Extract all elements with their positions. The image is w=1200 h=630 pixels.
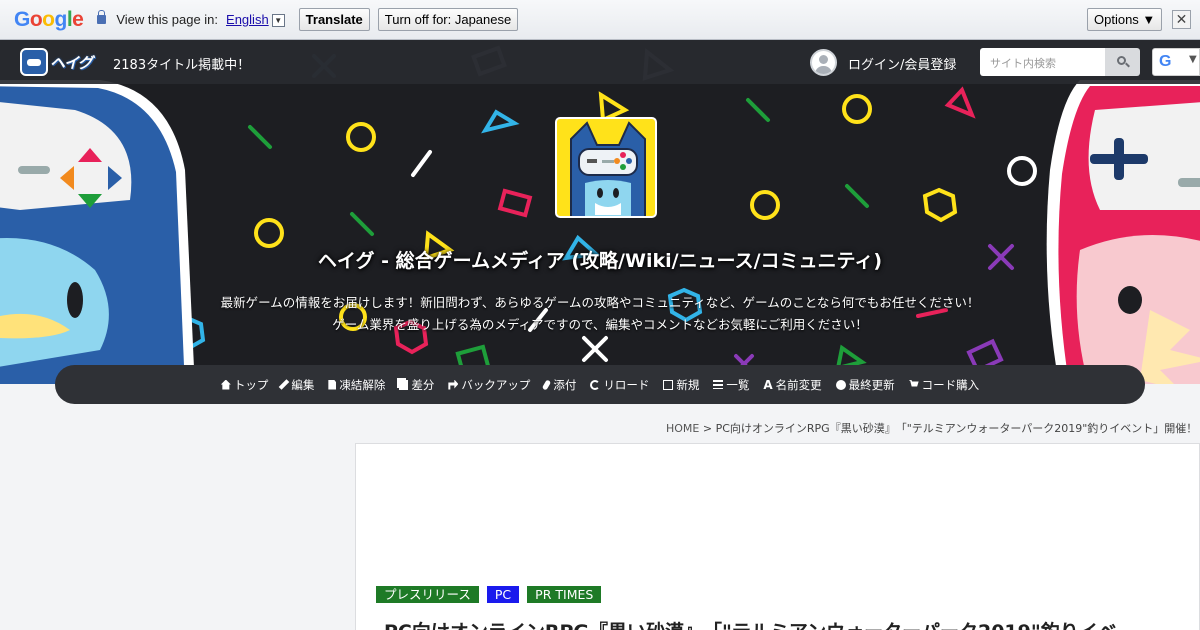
nav-item-label: 凍結解除 [339, 377, 386, 392]
nav-item-label: 編集 [291, 377, 315, 392]
nav-item-label: バックアップ [461, 377, 531, 392]
site-logo[interactable]: ヘイグ [20, 48, 94, 76]
breadcrumb-separator: > [699, 422, 716, 435]
breadcrumb-current: PC向けオンラインRPG『黒い砂漠』 「"テルミアンウォーターパーク2019"釣… [715, 422, 1198, 435]
nav-item-edit[interactable]: 編集 [279, 377, 315, 393]
tag-press-release[interactable]: プレスリリース [376, 586, 479, 603]
language-label[interactable]: English [226, 12, 269, 27]
refresh-icon [590, 379, 601, 390]
pink-mascot-illustration [1046, 80, 1200, 384]
view-page-label: View this page in: [116, 12, 219, 27]
nav-item-rename[interactable]: A 名前変更 [763, 377, 821, 393]
home-icon [220, 379, 231, 390]
google-translate-bar: Google View this page in: English ▼ Trans… [0, 0, 1200, 40]
share-icon [448, 379, 459, 390]
nav-item-list[interactable]: 一覧 [713, 377, 749, 393]
close-icon[interactable]: ✕ [1172, 10, 1191, 29]
nav-item-label: 最終更新 [848, 377, 895, 392]
google-translate-widget[interactable]: G ▼ [1152, 48, 1200, 76]
nav-item-unfreeze[interactable]: 凍結解除 [328, 377, 385, 393]
site-mascot-icon [555, 117, 657, 218]
edit-icon [663, 379, 674, 390]
breadcrumb: HOME > PC向けオンラインRPG『黒い砂漠』 「"テルミアンウォーターパー… [666, 420, 1197, 436]
nav-item-top[interactable]: トップ [220, 377, 269, 393]
nav-item-label: コード購入 [921, 377, 980, 392]
article-title: PC向けオンラインRPG『黒い砂漠』 「"テルミアンウォーターパーク2019"釣… [384, 617, 1117, 630]
nav-item-attach[interactable]: 添付 [542, 377, 577, 393]
clock-icon [835, 379, 846, 390]
lock-icon [97, 10, 107, 24]
breadcrumb-home[interactable]: HOME [666, 422, 699, 435]
top-bar: ヘイグ 2183タイトル掲載中！ ログイン/会員登録 サイト内検索 G ▼ [0, 40, 1200, 84]
mascot-logo-icon [20, 48, 48, 76]
tag-pr-times[interactable]: PR TIMES [527, 586, 602, 603]
translate-button[interactable]: Translate [298, 8, 370, 31]
language-select[interactable]: English ▼ [226, 12, 285, 28]
pencil-icon [279, 379, 290, 390]
nav-item-label: 添付 [553, 377, 577, 392]
nav-item-backup[interactable]: バックアップ [448, 377, 530, 393]
hero-desc-line-2: ゲーム業界を盛り上げる為のメディアですので、編集やコメントなどお気軽にご利用くだ… [332, 317, 868, 332]
paperclip-icon [542, 378, 552, 391]
nav-item-label: リロード [603, 377, 650, 392]
search-input[interactable]: サイト内検索 [980, 48, 1105, 76]
hero-desc-line-1: 最新ゲームの情報をお届けします！新旧問わず、あらゆるゲームの攻略やコミュニティな… [220, 295, 980, 310]
google-g-icon: G [1159, 53, 1172, 70]
nav-item-buy-code[interactable]: コード購入 [908, 377, 980, 393]
options-button[interactable]: Options ▼ [1087, 8, 1163, 31]
document-icon [328, 379, 337, 390]
nav-item-label: トップ [233, 377, 269, 392]
nav-item-label: 名前変更 [775, 377, 822, 392]
list-icon [713, 380, 724, 389]
login-link[interactable]: ログイン/会員登録 [848, 54, 956, 73]
site-logo-text: ヘイグ [50, 54, 93, 72]
site-header: ヘイグ 2183タイトル掲載中！ ログイン/会員登録 サイト内検索 G ▼ ヘイ… [0, 40, 1200, 384]
hero-title: ヘイグ - 総合ゲームメディア (攻略/Wiki/ニュース/コミュニティ) [317, 250, 883, 272]
nav-item-recent[interactable]: 最終更新 [835, 377, 895, 393]
font-icon: A [763, 377, 773, 392]
user-avatar-icon[interactable] [810, 49, 837, 76]
hero-description: 最新ゲームの情報をお届けします！新旧問わず、あらゆるゲームの攻略やコミュニティな… [0, 292, 1200, 336]
turn-off-button[interactable]: Turn off for: Japanese [377, 8, 519, 31]
chevron-down-icon[interactable]: ▼ [271, 14, 285, 28]
article-tags: プレスリリース PC PR TIMES [376, 586, 609, 603]
blue-mascot-illustration [0, 80, 195, 384]
nav-item-new[interactable]: 新規 [663, 377, 699, 393]
wiki-toolbar-nav: トップ 編集 凍結解除 差分 バックアップ 添付 リロード 新規 一覧 A 名前変… [55, 365, 1145, 404]
nav-item-label: 一覧 [726, 377, 750, 392]
chevron-down-icon: ▼ [1189, 54, 1197, 65]
title-count: 2183タイトル掲載中！ [113, 58, 251, 73]
search-button[interactable] [1105, 48, 1140, 76]
nav-item-label: 差分 [411, 377, 435, 392]
tag-pc[interactable]: PC [486, 586, 520, 603]
google-logo: Google [14, 7, 84, 31]
nav-item-label: 新規 [676, 377, 700, 392]
cart-icon [908, 379, 919, 387]
nav-item-diff[interactable]: 差分 [399, 377, 434, 393]
copy-icon [399, 379, 409, 390]
nav-item-reload[interactable]: リロード [590, 377, 649, 393]
